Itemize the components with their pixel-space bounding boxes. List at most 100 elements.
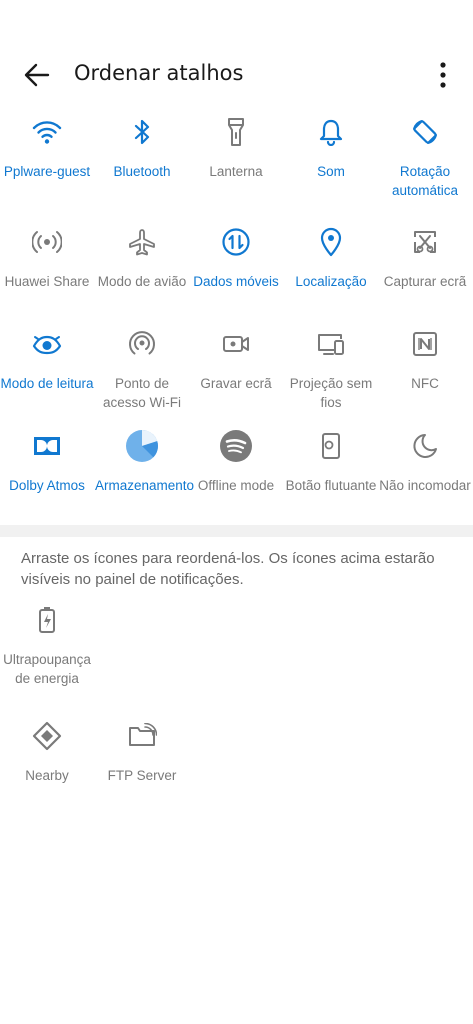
storage-pie-icon [126, 430, 158, 462]
mobile-data-icon [222, 228, 250, 256]
screen-record-icon [223, 336, 249, 352]
tile-label: Ultrapoupança de energia [3, 652, 91, 686]
tile-screenshot[interactable]: Capturar ecrã [378, 222, 472, 291]
page-title: Ordenar atalhos [74, 61, 244, 85]
tile-storage[interactable]: Armazenamento [95, 426, 195, 495]
tile-icon-wrapper [27, 426, 67, 466]
tile-label: Pplware-guest [3, 164, 91, 179]
tile-label: Huawei Share [4, 274, 90, 289]
more-vertical-icon [440, 62, 446, 88]
wifi-icon [32, 121, 62, 144]
floating-button-icon [322, 433, 340, 459]
screenshot-scissors-icon [414, 231, 436, 253]
section-divider [0, 525, 473, 537]
bluetooth-icon [134, 119, 150, 145]
tile-airplane-mode[interactable]: Modo de avião [95, 222, 189, 291]
tile-icon-wrapper [27, 716, 67, 756]
tile-mobile-data[interactable]: Dados móveis [189, 222, 283, 291]
tile-auto-rotate[interactable]: Rotação automática [378, 112, 472, 200]
tile-hotspot[interactable]: Ponto de acesso Wi-Fi [95, 324, 189, 412]
app-bar: Ordenar atalhos [0, 50, 473, 100]
tile-flashlight[interactable]: Lanterna [189, 112, 283, 181]
tile-icon-wrapper [216, 426, 256, 466]
battery-saver-icon [39, 607, 55, 633]
tile-nearby[interactable]: Nearby [0, 716, 94, 785]
tile-icon-wrapper [27, 112, 67, 152]
tile-floating-button[interactable]: Botão flutuante [284, 426, 378, 495]
tile-icon-wrapper [27, 600, 67, 640]
tile-icon-wrapper [122, 426, 162, 466]
tile-sound[interactable]: Som [284, 112, 378, 181]
tile-label: Nearby [25, 768, 69, 783]
tile-ultra-power-saving[interactable]: Ultrapoupança de energia [0, 600, 94, 688]
tile-icon-wrapper [122, 222, 162, 262]
tile-location[interactable]: Localização [284, 222, 378, 291]
spotify-icon [220, 430, 252, 462]
tile-label: Projeção sem fios [289, 376, 373, 410]
tile-icon-wrapper [122, 716, 162, 756]
tile-label: Modo de leitura [0, 376, 94, 391]
auto-rotate-icon [413, 120, 437, 144]
tile-icon-wrapper [216, 324, 256, 364]
tile-icon-wrapper [311, 426, 351, 466]
bell-icon [319, 119, 343, 146]
tile-do-not-disturb[interactable]: Não incomodar [378, 426, 472, 495]
tile-dolby-atmos[interactable]: Dolby Atmos [0, 426, 94, 495]
tile-wireless-projection[interactable]: Projeção sem fios [284, 324, 378, 412]
tile-icon-wrapper [311, 324, 351, 364]
tile-label: Não incomodar [379, 478, 471, 493]
tile-icon-wrapper [311, 222, 351, 262]
location-pin-icon [320, 227, 342, 257]
more-options-button[interactable] [428, 58, 458, 92]
back-arrow-icon [24, 63, 50, 87]
tile-offline-mode[interactable]: Offline mode [189, 426, 283, 495]
tile-label: Lanterna [209, 164, 263, 179]
tile-icon-wrapper [122, 112, 162, 152]
huawei-share-icon [32, 231, 62, 253]
eye-icon [32, 335, 62, 355]
tile-icon-wrapper [405, 324, 445, 364]
moon-icon [413, 434, 437, 458]
dolby-icon [34, 437, 60, 455]
tile-label: Armazenamento [95, 478, 195, 493]
tile-icon-wrapper [311, 112, 351, 152]
tile-icon-wrapper [27, 222, 67, 262]
tile-label: Localização [295, 274, 367, 289]
nfc-icon [413, 332, 437, 356]
tile-icon-wrapper [216, 112, 256, 152]
nearby-icon [32, 721, 62, 751]
tile-label: Dados móveis [193, 274, 279, 289]
wireless-projection-icon [318, 334, 344, 355]
tile-ftp-server[interactable]: FTP Server [95, 716, 189, 785]
tile-label: Ponto de acesso Wi-Fi [102, 376, 181, 410]
flashlight-icon [228, 118, 244, 146]
tile-icon-wrapper [405, 222, 445, 262]
tile-label: Modo de avião [97, 274, 187, 289]
tile-label: Gravar ecrã [200, 376, 272, 391]
tile-label: Botão flutuante [285, 478, 377, 493]
tile-wifi[interactable]: Pplware-guest [0, 112, 94, 181]
tile-icon-wrapper [27, 324, 67, 364]
tile-huawei-share[interactable]: Huawei Share [0, 222, 94, 291]
airplane-icon [129, 229, 155, 256]
tile-label: NFC [411, 376, 439, 391]
back-button[interactable] [20, 58, 54, 92]
tile-icon-wrapper [405, 426, 445, 466]
tile-icon-wrapper [216, 222, 256, 262]
drag-hint-text: Arraste os ícones para reordená-los. Os … [21, 550, 435, 588]
tile-label: FTP Server [107, 768, 177, 783]
tile-label: Offline mode [197, 478, 275, 493]
hotspot-icon [129, 331, 155, 355]
tile-label: Capturar ecrã [383, 274, 467, 289]
tile-icon-wrapper [122, 324, 162, 364]
tile-nfc[interactable]: NFC [378, 324, 472, 393]
tile-label: Dolby Atmos [9, 478, 85, 493]
tile-label: Bluetooth [113, 164, 171, 179]
ftp-folder-icon [129, 723, 157, 746]
tile-label: Som [317, 164, 345, 179]
tile-screen-record[interactable]: Gravar ecrã [189, 324, 283, 393]
tile-label: Rotação automática [391, 164, 459, 198]
tile-bluetooth[interactable]: Bluetooth [95, 112, 189, 181]
tile-icon-wrapper [405, 112, 445, 152]
tile-reading-mode[interactable]: Modo de leitura [0, 324, 94, 393]
